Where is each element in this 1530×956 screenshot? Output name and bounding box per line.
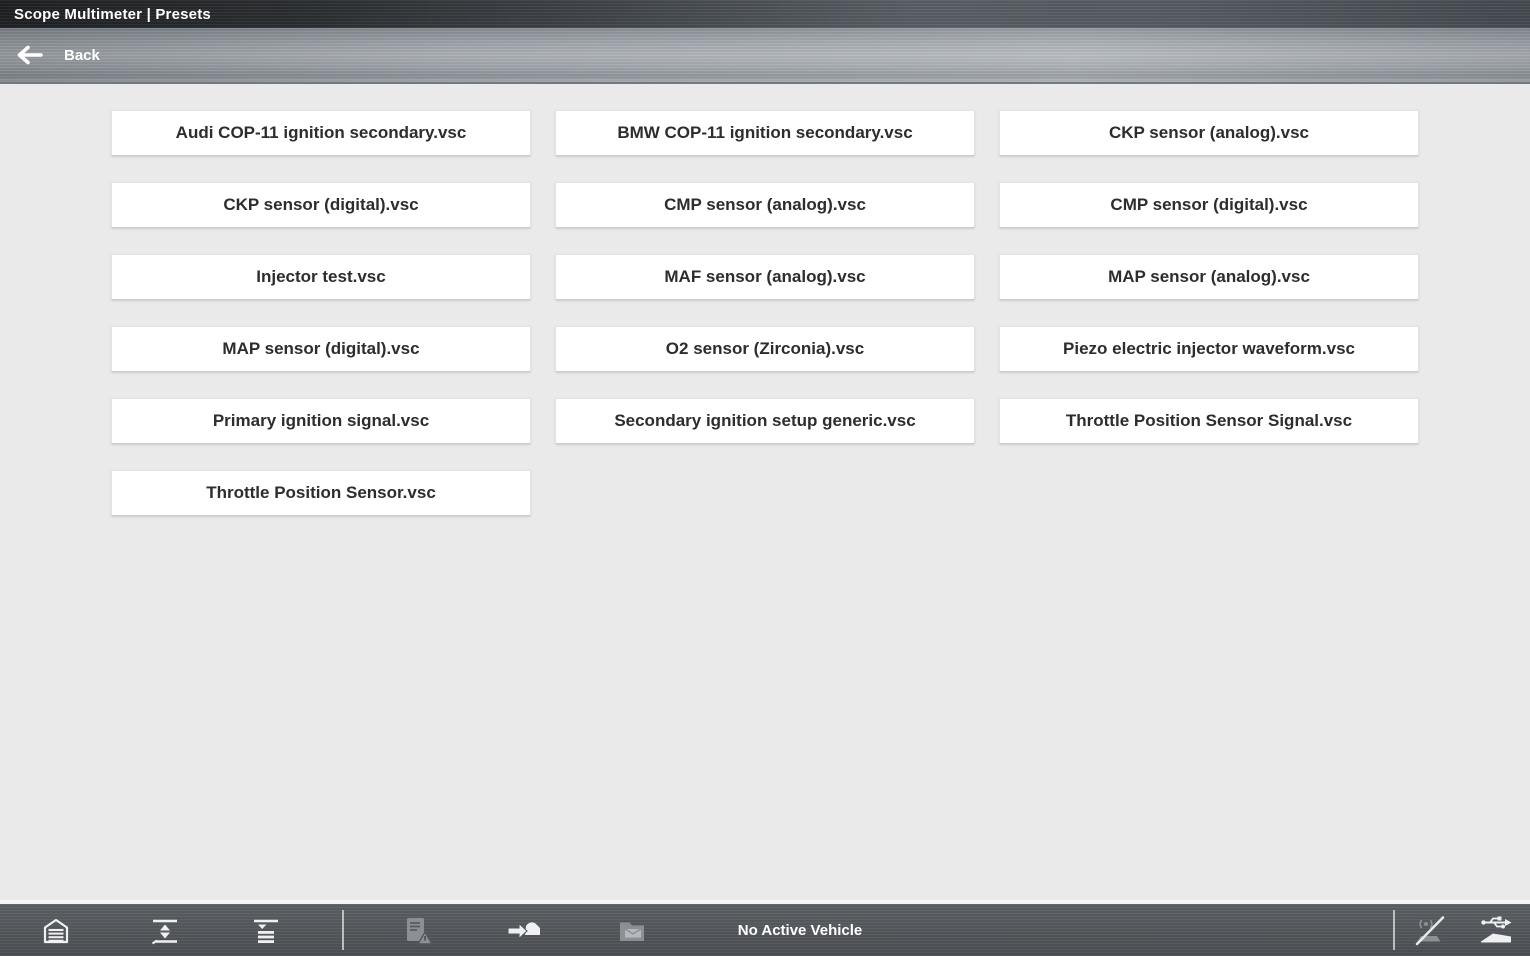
preset-button[interactable]: CMP sensor (analog).vsc: [555, 182, 975, 228]
scope-multimeter-presets-screen: Scope Multimeter | Presets Back Audi COP…: [0, 0, 1530, 956]
preset-button[interactable]: Throttle Position Sensor Signal.vsc: [999, 398, 1419, 444]
toolbar-divider: [342, 910, 344, 950]
saved-data-folder-icon: [616, 915, 648, 947]
back-arrow-icon: [14, 44, 44, 66]
home-icon: [40, 915, 72, 947]
page-title: Scope Multimeter | Presets: [14, 6, 211, 23]
wireless-disconnected-icon: [1413, 915, 1447, 947]
vehicle-data-button[interactable]: [399, 914, 435, 948]
title-bar: Scope Multimeter | Presets: [0, 0, 1530, 28]
change-vehicle-icon: [506, 915, 542, 947]
back-button[interactable]: Back: [0, 28, 114, 82]
preset-button[interactable]: MAF sensor (analog).vsc: [555, 254, 975, 300]
preset-button[interactable]: CKP sensor (digital).vsc: [111, 182, 531, 228]
saved-data-button[interactable]: [614, 914, 650, 948]
usb-status-button[interactable]: [1478, 914, 1514, 948]
preset-button[interactable]: Throttle Position Sensor.vsc: [111, 470, 531, 516]
bottom-toolbar: No Active Vehicle: [0, 902, 1530, 956]
preset-button[interactable]: MAP sensor (digital).vsc: [111, 326, 531, 372]
home-button[interactable]: [38, 914, 74, 948]
preset-button[interactable]: CMP sensor (digital).vsc: [999, 182, 1419, 228]
toolbar-divider: [1393, 910, 1395, 950]
back-bar: Back: [0, 28, 1530, 84]
usb-connected-icon: [1478, 915, 1514, 947]
vehicle-status: No Active Vehicle: [660, 904, 940, 956]
wireless-status-button[interactable]: [1412, 914, 1448, 948]
presets-content: Audi COP-11 ignition secondary.vsc BMW CO…: [0, 86, 1530, 902]
preset-button[interactable]: Injector test.vsc: [111, 254, 531, 300]
preset-grid: Audi COP-11 ignition secondary.vsc BMW CO…: [0, 86, 1530, 516]
change-vehicle-button[interactable]: [506, 914, 542, 948]
preset-button[interactable]: MAP sensor (analog).vsc: [999, 254, 1419, 300]
sort-list-icon: [250, 915, 282, 947]
preset-button[interactable]: Primary ignition signal.vsc: [111, 398, 531, 444]
preset-button[interactable]: CKP sensor (analog).vsc: [999, 110, 1419, 156]
expand-view-icon: [149, 915, 181, 947]
back-label: Back: [64, 47, 100, 64]
vehicle-data-warning-icon: [400, 915, 434, 947]
preset-button[interactable]: Secondary ignition setup generic.vsc: [555, 398, 975, 444]
preset-button[interactable]: BMW COP-11 ignition secondary.vsc: [555, 110, 975, 156]
sort-list-button[interactable]: [248, 914, 284, 948]
preset-button[interactable]: Audi COP-11 ignition secondary.vsc: [111, 110, 531, 156]
preset-button[interactable]: O2 sensor (Zirconia).vsc: [555, 326, 975, 372]
expand-view-button[interactable]: [147, 914, 183, 948]
preset-button[interactable]: Piezo electric injector waveform.vsc: [999, 326, 1419, 372]
